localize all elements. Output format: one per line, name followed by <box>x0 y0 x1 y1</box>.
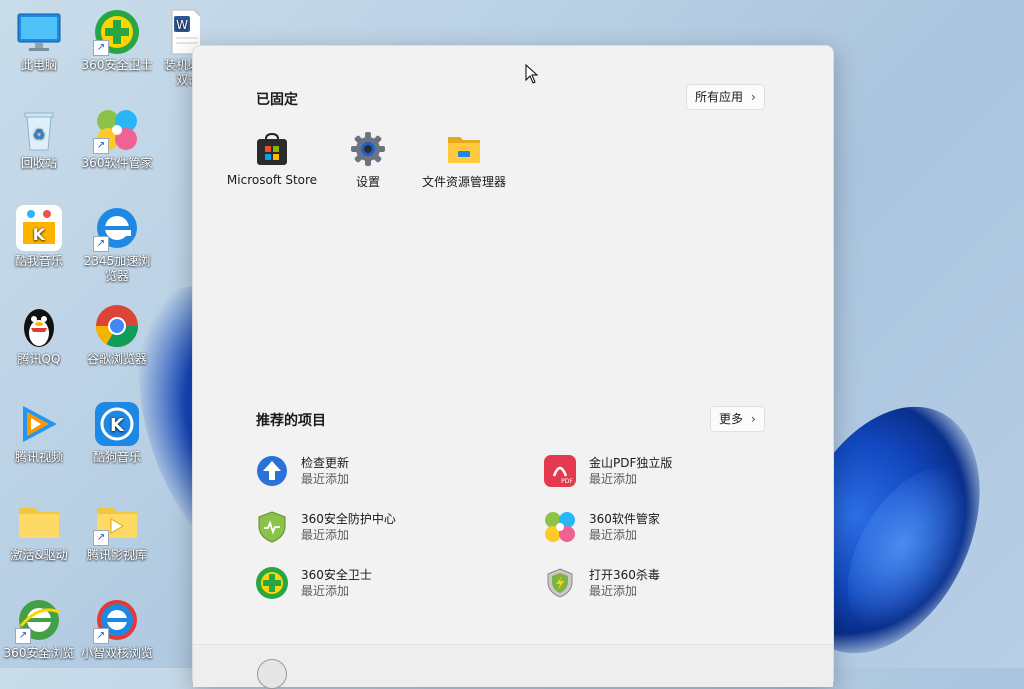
store-icon <box>254 131 290 167</box>
start-menu: 已固定 所有应用 › Microsoft Store 设置 文件资源管理器 推荐… <box>192 45 834 689</box>
desktop-icon-label: 2345加速浏 <box>83 254 151 268</box>
360-software-icon: ↗ <box>93 106 141 154</box>
shortcut-arrow-icon: ↗ <box>15 628 31 644</box>
desktop-icon-label: 小智双核浏览 <box>80 646 153 660</box>
desktop-icon-label: 360安全卫士 <box>81 58 153 72</box>
recommended-item-subtitle: 最近添加 <box>301 472 350 486</box>
kuwo-music-icon: K <box>15 204 63 252</box>
mouse-cursor-icon <box>525 63 539 87</box>
chrome-icon <box>93 302 141 350</box>
pinned-app-label: 文件资源管理器 <box>421 175 506 189</box>
desktop-icon-tencent-video-lib[interactable]: ↗ 腾讯影视库 <box>80 498 154 563</box>
desktop-icon-360-browser[interactable]: ↗ 360安全浏览 <box>2 596 76 661</box>
360-safe-icon: ↗ <box>93 8 141 56</box>
chevron-right-icon: › <box>751 90 756 104</box>
recommended-item-360-antivirus[interactable]: 打开360杀毒 最近添加 <box>543 561 783 605</box>
recommended-item-360-software[interactable]: 360软件管家 最近添加 <box>543 505 783 549</box>
360-browser-icon: ↗ <box>15 596 63 644</box>
file-explorer-icon <box>446 131 482 167</box>
computer-icon <box>15 8 63 56</box>
recommended-item-subtitle: 最近添加 <box>589 528 638 542</box>
recommended-item-name: 360安全防护中心 <box>301 512 396 526</box>
desktop-icon-label: 览器 <box>104 269 129 283</box>
shortcut-arrow-icon: ↗ <box>93 40 109 56</box>
recommended-item-subtitle: 最近添加 <box>589 472 638 486</box>
recommended-item-name: 打开360杀毒 <box>589 568 660 582</box>
pinned-app-microsoft-store[interactable]: Microsoft Store <box>224 131 320 187</box>
shortcut-arrow-icon: ↗ <box>93 628 109 644</box>
shortcut-arrow-icon: ↗ <box>93 530 109 546</box>
desktop-icon-tencent-video[interactable]: 腾讯视频 <box>2 400 76 465</box>
svg-text:♻: ♻ <box>33 127 46 143</box>
chevron-right-icon: › <box>751 412 756 426</box>
ie-browser-icon: ↗ <box>93 204 141 252</box>
recommended-item-subtitle: 最近添加 <box>301 528 350 542</box>
recommended-item-360-protection[interactable]: 360安全防护中心 最近添加 <box>255 505 495 549</box>
more-button[interactable]: 更多 › <box>710 406 765 432</box>
desktop-icon-360-software[interactable]: ↗ 360软件管家 <box>80 106 154 171</box>
360-safe-icon <box>255 566 289 600</box>
desktop-icon-label: 360软件管家 <box>81 156 153 170</box>
desktop-icon-recycle-bin[interactable]: ♻ 回收站 <box>2 106 76 171</box>
tencent-video-icon <box>15 400 63 448</box>
svg-text:W: W <box>176 18 188 32</box>
desktop-icon-2345-browser[interactable]: ↗ 2345加速浏 览器 <box>80 204 154 284</box>
desktop-icon-chrome[interactable]: 谷歌浏览器 <box>80 302 154 367</box>
pdf-icon: PDF <box>543 454 577 488</box>
desktop-icon-label: 腾讯影视库 <box>86 548 147 562</box>
desktop-icon-xiaozhi-browser[interactable]: ↗ 小智双核浏览 <box>80 596 154 661</box>
360-antivirus-icon <box>543 566 577 600</box>
desktop-icon-label: 腾讯QQ <box>17 352 61 366</box>
recommended-item-360-safe[interactable]: 360安全卫士 最近添加 <box>255 561 495 605</box>
desktop-icon-360-safe[interactable]: ↗ 360安全卫士 <box>80 8 154 73</box>
desktop-icon-tencent-qq[interactable]: 腾讯QQ <box>2 302 76 367</box>
desktop-icon-label: 360安全浏览 <box>3 646 75 660</box>
desktop-icon-label: 酷狗音乐 <box>92 450 141 464</box>
all-apps-button[interactable]: 所有应用 › <box>686 84 765 110</box>
pinned-app-settings[interactable]: 设置 <box>320 131 416 190</box>
recommended-item-name: 检查更新 <box>301 456 350 470</box>
desktop-icon-label: 此电脑 <box>20 58 57 72</box>
pinned-app-file-explorer[interactable]: 文件资源管理器 <box>416 131 512 190</box>
desktop-icon-label: 腾讯视频 <box>14 450 63 464</box>
settings-gear-icon <box>350 131 386 167</box>
desktop-icon-this-pc[interactable]: 此电脑 <box>2 8 76 73</box>
desktop-icon-label: 激活&驱动 <box>10 548 68 562</box>
recommended-item-subtitle: 最近添加 <box>589 584 638 598</box>
desktop-icon-activate-driver[interactable]: 激活&驱动 <box>2 498 76 563</box>
recommended-item-kingsoft-pdf[interactable]: PDF 金山PDF独立版 最近添加 <box>543 449 783 493</box>
recommended-item-name: 360安全卫士 <box>301 568 372 582</box>
svg-text:K: K <box>110 415 125 436</box>
shield-icon <box>255 510 289 544</box>
svg-text:K: K <box>33 225 46 244</box>
desktop-icon-kuwo-music[interactable]: K 酷我音乐 <box>2 204 76 269</box>
pinned-app-label: 设置 <box>355 175 380 189</box>
shortcut-arrow-icon: ↗ <box>93 138 109 154</box>
360-software-icon <box>543 510 577 544</box>
update-arrow-icon <box>255 454 289 488</box>
recommended-item-name: 金山PDF独立版 <box>589 456 673 470</box>
all-apps-label: 所有应用 <box>695 90 744 104</box>
kugou-music-icon: K <box>93 400 141 448</box>
user-avatar[interactable] <box>257 659 287 689</box>
shortcut-arrow-icon: ↗ <box>93 236 109 252</box>
more-label: 更多 <box>719 412 744 426</box>
desktop-icon-kugou-music[interactable]: K 酷狗音乐 <box>80 400 154 465</box>
recommended-item-name: 360软件管家 <box>589 512 660 526</box>
recommended-title: 推荐的项目 <box>256 413 326 429</box>
desktop-icon-label: 酷我音乐 <box>14 254 63 268</box>
recommended-item-check-update[interactable]: 检查更新 最近添加 <box>255 449 495 493</box>
desktop-icon-label: 谷歌浏览器 <box>86 352 147 366</box>
recycle-bin-icon: ♻ <box>15 106 63 154</box>
svg-text:PDF: PDF <box>561 478 573 485</box>
video-folder-icon: ↗ <box>93 498 141 546</box>
desktop-icon-label: 回收站 <box>20 156 57 170</box>
pinned-title: 已固定 <box>256 92 298 108</box>
folder-icon <box>15 498 63 546</box>
qq-icon <box>15 302 63 350</box>
recommended-item-subtitle: 最近添加 <box>301 584 350 598</box>
start-menu-footer <box>193 644 833 689</box>
pinned-app-label: Microsoft Store <box>226 173 318 187</box>
xiaozhi-browser-icon: ↗ <box>93 596 141 644</box>
